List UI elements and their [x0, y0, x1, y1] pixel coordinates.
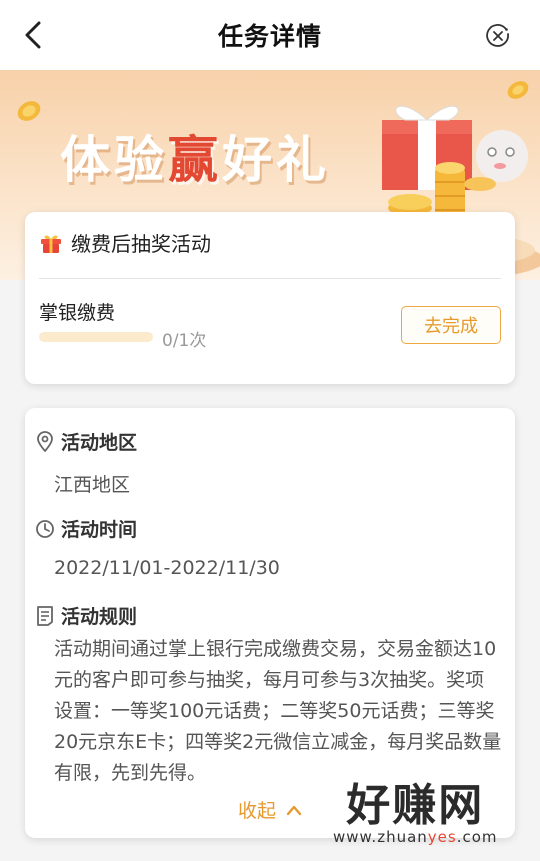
- gift-icon: [41, 235, 61, 253]
- page-title: 任务详情: [217, 22, 322, 51]
- task-progress-bar: [39, 332, 153, 342]
- task-card: 缴费后抽奖活动 掌银缴费 0/1次 去完成: [25, 212, 515, 384]
- watermark-main: 好赚网: [346, 780, 485, 831]
- divider: [39, 278, 501, 279]
- chevron-left-icon: [25, 21, 41, 49]
- watermark-url-accent: yes: [427, 828, 457, 846]
- time-value: 2022/11/01-2022/11/30: [54, 557, 280, 579]
- document-icon: [37, 605, 53, 626]
- banner-title-part: 体验: [60, 130, 168, 189]
- watermark-url-part: .com: [456, 828, 498, 846]
- watermark-url-part: www.zhuan: [333, 828, 428, 846]
- time-label: 活动时间: [61, 519, 138, 541]
- rules-text: 活动期间通过掌上银行完成缴费交易，交易金额达10元的客户即可参与抽奖，每月可参与…: [54, 638, 502, 784]
- banner-title-part: 好礼: [222, 130, 330, 189]
- back-button[interactable]: [18, 20, 48, 50]
- go-complete-button[interactable]: 去完成: [401, 306, 501, 344]
- close-circle-icon: [486, 24, 509, 47]
- collapse-label: 收起: [237, 800, 276, 822]
- rules-section-header: 活动规则: [35, 602, 137, 629]
- activity-info-card: 活动地区 江西地区 活动时间 2022/11/01-2022/11/30 活动规…: [25, 408, 515, 838]
- task-name: 掌银缴费: [39, 302, 116, 324]
- location-pin-icon: [37, 430, 53, 452]
- region-label: 活动地区: [61, 432, 138, 454]
- clock-icon: [36, 519, 54, 538]
- banner-title: 体验赢好礼: [60, 120, 330, 192]
- region-value: 江西地区: [54, 474, 131, 496]
- task-progress-text: 0/1次: [162, 331, 207, 351]
- banner-title-highlight: 赢: [168, 130, 222, 189]
- rules-label: 活动规则: [61, 606, 138, 628]
- watermark-logo: 好赚网 www.zhuanyes.com: [333, 780, 498, 847]
- task-card-title: 缴费后抽奖活动: [71, 232, 211, 256]
- top-bar: 任务详情: [0, 0, 540, 70]
- chevron-up-icon: [286, 805, 302, 815]
- task-card-header: 缴费后抽奖活动: [39, 228, 211, 257]
- watermark-url: www.zhuanyes.com: [333, 828, 498, 846]
- close-button[interactable]: [484, 22, 512, 50]
- region-section-header: 活动地区: [35, 428, 137, 455]
- time-section-header: 活动时间: [35, 515, 137, 542]
- coin-icon: [17, 101, 41, 121]
